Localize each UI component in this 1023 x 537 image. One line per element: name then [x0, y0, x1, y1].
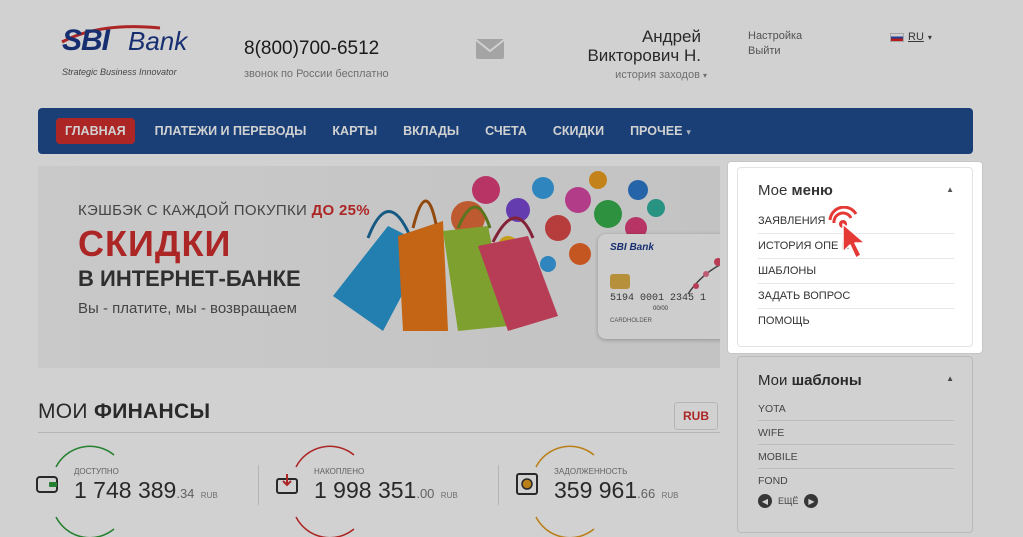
logo-tagline: Strategic Business Innovator — [62, 67, 177, 77]
my-menu-title-bold: меню — [791, 182, 833, 199]
templates-more[interactable]: ◀ ЕЩЁ ▶ — [758, 494, 819, 508]
nav-item-main[interactable]: ГЛАВНАЯ — [56, 118, 135, 144]
chevron-up-icon[interactable]: ▲ — [946, 374, 954, 383]
language-code: RU — [908, 31, 924, 43]
menu-item-ask-question[interactable]: ЗАДАТЬ ВОПРОС — [758, 290, 954, 309]
card-expiry: 00/00 — [653, 306, 669, 312]
menu-item-templates[interactable]: ШАБЛОНЫ — [758, 265, 954, 284]
user-name: Андрей Викторович Н. — [587, 27, 701, 65]
login-history-link[interactable]: история заходов ▾ — [615, 69, 707, 81]
metric-available-label: доступно — [74, 467, 119, 476]
metric-saved-value: 1 998 351.00 RUB — [314, 477, 458, 504]
currency-button[interactable]: RUB — [674, 402, 718, 430]
wallet-icon — [36, 476, 58, 493]
template-item[interactable]: FOND — [758, 475, 954, 492]
metric-available-whole: 1 748 389 — [74, 477, 177, 503]
bank-card-image: SBI Bank 5194 0001 2345 1 00/00 CARDHOLD… — [598, 234, 720, 339]
user-last-name: Викторович Н. — [587, 46, 701, 65]
metric-separator — [258, 465, 259, 505]
chevron-down-icon: ▾ — [702, 71, 707, 80]
metric-separator — [498, 465, 499, 505]
metric-debt-whole: 359 961 — [554, 477, 638, 503]
finances-title: МОИ ФИНАНСЫ — [38, 400, 210, 424]
card-holder: CARDHOLDER — [610, 318, 653, 324]
menu-item-help[interactable]: ПОМОЩЬ — [758, 315, 954, 333]
metric-saved-whole: 1 998 351 — [314, 477, 417, 503]
main-nav: ГЛАВНАЯ ПЛАТЕЖИ И ПЕРЕВОДЫ КАРТЫ ВКЛАДЫ … — [38, 108, 973, 154]
chevron-down-icon: ▾ — [927, 32, 932, 42]
metric-saved-currency: RUB — [440, 491, 458, 500]
metric-debt-value: 359 961.66 RUB — [554, 477, 679, 504]
metric-saved[interactable]: накоплено 1 998 351.00 RUB — [276, 445, 486, 537]
finances-divider — [38, 432, 720, 433]
templates-more-label: ЕЩЁ — [778, 496, 799, 506]
metric-available-value: 1 748 389.34 RUB — [74, 477, 218, 504]
chevron-up-icon[interactable]: ▲ — [946, 185, 954, 194]
metric-debt[interactable]: задолженность 359 961.66 RUB — [516, 445, 716, 537]
metric-available-currency: RUB — [200, 491, 218, 500]
bank-logo[interactable]: SBI Bank Strategic Business Innovator — [60, 22, 200, 82]
finances-title-light: МОИ — [38, 400, 94, 423]
metric-debt-currency: RUB — [661, 491, 679, 500]
metric-available-cents: .34 — [176, 486, 195, 501]
safe-icon — [516, 473, 538, 495]
user-first-name: Андрей — [641, 27, 701, 46]
metric-debt-cents: .66 — [637, 486, 656, 501]
russia-flag-icon — [890, 32, 904, 42]
login-history-label: история заходов — [615, 69, 700, 81]
metric-debt-label: задолженность — [554, 467, 628, 476]
nav-item-discounts[interactable]: СКИДКИ — [553, 124, 604, 138]
card-number: 5194 0001 2345 1 — [610, 293, 707, 304]
nav-item-other-label: ПРОЧЕЕ — [630, 124, 683, 138]
my-menu-title[interactable]: Мое меню — [758, 182, 833, 199]
template-item[interactable]: YOTA — [758, 403, 954, 421]
nav-item-payments[interactable]: ПЛАТЕЖИ И ПЕРЕВОДЫ — [155, 124, 307, 138]
support-phone: 8(800)700-6512 — [244, 38, 380, 59]
template-item[interactable]: MOBILE — [758, 451, 954, 469]
logo-sbi: SBI — [62, 24, 110, 57]
click-cursor-icon — [828, 206, 866, 259]
my-templates-title-bold: шаблоны — [791, 372, 862, 389]
support-phone-note: звонок по России бесплатно — [244, 68, 389, 80]
nav-item-deposits[interactable]: ВКЛАДЫ — [403, 124, 459, 138]
settings-link[interactable]: Настройка — [748, 30, 802, 42]
nav-item-other[interactable]: ПРОЧЕЕ ▾ — [630, 124, 691, 138]
language-selector[interactable]: RU ▾ — [890, 31, 932, 43]
my-templates-panel: Мои шаблоны ▲ YOTA WIFE MOBILE FOND ◀ ЕЩ… — [737, 356, 973, 533]
card-chip-icon — [610, 274, 630, 289]
logout-link[interactable]: Выйти — [748, 45, 781, 57]
savings-box-icon — [276, 474, 298, 494]
finances-title-bold: ФИНАНСЫ — [93, 400, 211, 423]
mail-icon[interactable] — [475, 38, 505, 60]
my-menu-title-light: Мое — [758, 182, 792, 199]
my-templates-title-light: Мои — [758, 372, 792, 389]
template-item[interactable]: WIFE — [758, 427, 954, 445]
nav-item-cards[interactable]: КАРТЫ — [332, 124, 377, 138]
metric-saved-label: накоплено — [314, 467, 365, 476]
chevron-down-icon: ▾ — [686, 127, 691, 137]
chevron-left-icon[interactable]: ◀ — [758, 494, 772, 508]
logo-bank: Bank — [128, 26, 188, 56]
nav-item-accounts[interactable]: СЧЕТА — [485, 124, 527, 138]
my-templates-title[interactable]: Мои шаблоны — [758, 372, 862, 389]
metric-saved-cents: .00 — [416, 486, 435, 501]
chevron-right-icon[interactable]: ▶ — [804, 494, 819, 508]
metric-available[interactable]: доступно 1 748 389.34 RUB — [36, 445, 246, 537]
promo-banner[interactable]: КЭШБЭК С КАЖДОЙ ПОКУПКИ ДО 25% СКИДКИ В … — [38, 166, 720, 368]
